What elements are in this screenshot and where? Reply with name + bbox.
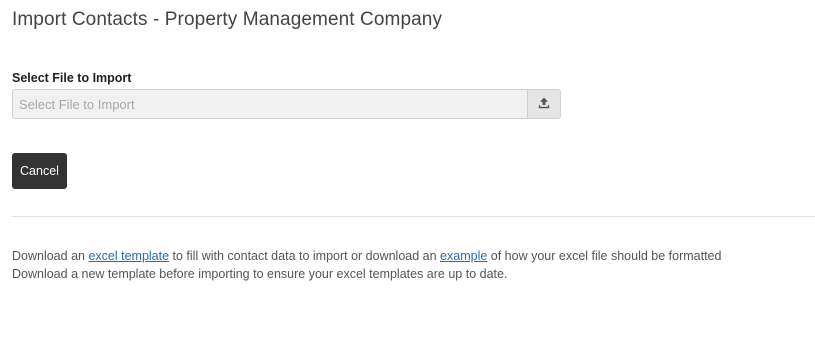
cancel-button[interactable]: Cancel [12,153,67,189]
info-line-1-middle: to fill with contact data to import or d… [169,249,441,263]
file-field-label: Select File to Import [12,71,132,85]
excel-template-link[interactable]: excel template [88,249,169,263]
info-line-1: Download an excel template to fill with … [12,247,721,265]
info-line-1-prefix: Download an [12,249,89,263]
upload-icon [538,97,550,112]
divider [12,216,815,217]
info-line-2: Download a new template before importing… [12,267,508,281]
info-line-1-suffix: of how your excel file should be formatt… [487,249,722,263]
file-input[interactable] [13,90,527,118]
example-link[interactable]: example [440,249,487,263]
info-text: Download an excel template to fill with … [12,247,721,283]
file-input-group [12,89,561,119]
page-title: Import Contacts - Property Management Co… [12,9,443,30]
upload-button[interactable] [527,90,560,118]
